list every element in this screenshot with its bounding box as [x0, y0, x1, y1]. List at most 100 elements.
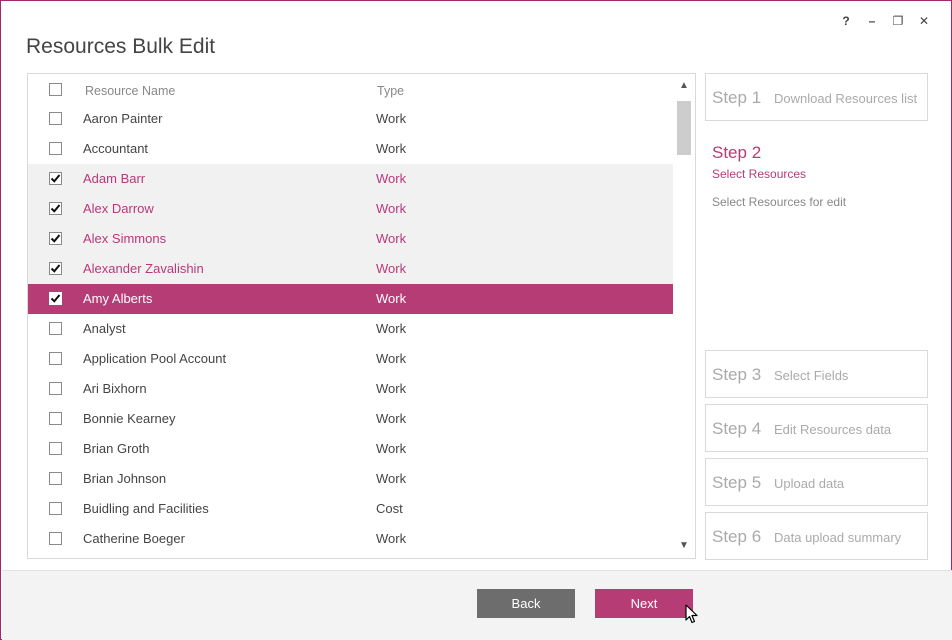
resource-name: Buidling and Facilities — [83, 501, 209, 516]
step-1[interactable]: Step 1 Download Resources list — [705, 73, 928, 121]
column-header-name[interactable]: Resource Name — [85, 84, 175, 98]
step-number: Step 1 — [712, 88, 762, 107]
table-row[interactable]: Adam Barr Work — [28, 164, 674, 194]
resource-name: Accountant — [83, 141, 149, 156]
resource-type: Work — [376, 351, 407, 366]
resource-type: Work — [376, 111, 407, 126]
resource-name: Amy Alberts — [83, 291, 153, 306]
row-checkbox[interactable] — [49, 142, 62, 155]
checkmark-icon — [50, 264, 61, 273]
mouse-cursor-icon — [685, 604, 698, 624]
row-checkbox[interactable] — [49, 322, 62, 335]
resource-type: Work — [376, 201, 407, 216]
resource-name: Brian Groth — [83, 441, 150, 456]
resource-name: Adam Barr — [83, 171, 146, 186]
resource-type: Work — [376, 471, 407, 486]
vertical-scrollbar[interactable]: ▲ ▼ — [673, 74, 695, 558]
table-row[interactable]: Catherine Boeger Work — [28, 524, 674, 554]
resource-type: Work — [376, 321, 407, 336]
row-checkbox[interactable] — [49, 112, 62, 125]
row-checkbox[interactable] — [49, 472, 62, 485]
step-number: Step 3 — [712, 365, 762, 384]
window-controls: ? – ❐ ✕ — [833, 12, 937, 30]
step-label: Download Resources list — [774, 91, 918, 106]
list-header: Resource Name Type — [28, 74, 674, 104]
row-checkbox[interactable] — [49, 232, 62, 245]
resource-type: Work — [376, 231, 407, 246]
resource-name: Aaron Painter — [83, 111, 163, 126]
table-row[interactable]: Alex Simmons Work — [28, 224, 674, 254]
step-number: Step 4 — [712, 419, 762, 438]
table-row[interactable]: Alexander Zavalishin Work — [28, 254, 674, 284]
minimize-icon[interactable]: – — [859, 12, 885, 30]
checkmark-icon — [50, 294, 61, 303]
row-checkbox[interactable] — [49, 412, 62, 425]
step-4[interactable]: Step 4 Edit Resources data — [705, 404, 928, 452]
scroll-up-icon[interactable]: ▲ — [677, 80, 691, 94]
resource-type: Work — [376, 261, 407, 276]
row-checkbox[interactable] — [49, 292, 62, 305]
row-checkbox[interactable] — [49, 172, 62, 185]
step-label: Edit Resources data — [774, 422, 892, 437]
resource-type: Work — [376, 411, 407, 426]
resource-name: Brian Johnson — [83, 471, 167, 486]
resource-name: Analyst — [83, 321, 126, 336]
table-row[interactable]: Application Pool Account Work — [28, 344, 674, 374]
step-number: Step 5 — [712, 473, 762, 492]
resource-type: Work — [376, 171, 407, 186]
step-label: Select Resources — [712, 167, 807, 181]
step-number: Step 6 — [712, 527, 762, 546]
row-checkbox[interactable] — [49, 502, 62, 515]
row-checkbox[interactable] — [49, 382, 62, 395]
select-all-checkbox[interactable] — [49, 83, 62, 96]
resource-type: Cost — [376, 501, 403, 516]
table-row[interactable]: Bonnie Kearney Work — [28, 404, 674, 434]
step-description: Select Resources for edit — [712, 195, 847, 209]
table-row[interactable]: Brian Johnson Work — [28, 464, 674, 494]
next-button[interactable]: Next — [595, 589, 693, 618]
footer-bar: Back Next — [2, 570, 952, 640]
bulk-edit-dialog: Resources Bulk Edit ? – ❐ ✕ Resource Nam… — [0, 0, 952, 640]
back-button[interactable]: Back — [477, 589, 575, 618]
checkmark-icon — [50, 234, 61, 243]
column-header-type[interactable]: Type — [377, 84, 404, 98]
table-row[interactable]: Aaron Painter Work — [28, 104, 674, 134]
step-label: Select Fields — [774, 368, 849, 383]
table-row[interactable]: Ari Bixhorn Work — [28, 374, 674, 404]
resource-type: Work — [376, 531, 407, 546]
row-checkbox[interactable] — [49, 532, 62, 545]
checkmark-icon — [50, 174, 61, 183]
step-6[interactable]: Step 6 Data upload summary — [705, 512, 928, 560]
table-row[interactable]: Analyst Work — [28, 314, 674, 344]
table-row[interactable]: Alex Darrow Work — [28, 194, 674, 224]
checkmark-icon — [50, 204, 61, 213]
resource-name: Alexander Zavalishin — [83, 261, 204, 276]
row-checkbox[interactable] — [49, 442, 62, 455]
resource-type: Work — [376, 291, 407, 306]
step-3[interactable]: Step 3 Select Fields — [705, 350, 928, 398]
page-title: Resources Bulk Edit — [26, 35, 216, 58]
step-label: Data upload summary — [774, 530, 902, 545]
row-checkbox[interactable] — [49, 352, 62, 365]
step-label: Upload data — [774, 476, 845, 491]
row-checkbox[interactable] — [49, 262, 62, 275]
scroll-thumb[interactable] — [677, 101, 691, 155]
table-row[interactable]: Buidling and Facilities Cost — [28, 494, 674, 524]
row-checkbox[interactable] — [49, 202, 62, 215]
resource-name: Ari Bixhorn — [83, 381, 147, 396]
resource-name: Application Pool Account — [83, 351, 227, 366]
table-row[interactable]: Brian Groth Work — [28, 434, 674, 464]
scroll-down-icon[interactable]: ▼ — [677, 540, 691, 554]
resource-type: Work — [376, 141, 407, 156]
close-icon[interactable]: ✕ — [911, 12, 937, 30]
help-icon[interactable]: ? — [833, 12, 859, 30]
resource-list: Resource Name Type Aaron Painter Work Acco… — [27, 73, 696, 559]
resource-name: Alex Simmons — [83, 231, 167, 246]
restore-icon[interactable]: ❐ — [885, 12, 911, 30]
table-row[interactable]: Amy Alberts Work — [28, 284, 674, 314]
table-row[interactable]: Accountant Work — [28, 134, 674, 164]
step-5[interactable]: Step 5 Upload data — [705, 458, 928, 506]
resource-name: Catherine Boeger — [83, 531, 185, 546]
resource-type: Work — [376, 441, 407, 456]
resource-name: Alex Darrow — [83, 201, 154, 216]
